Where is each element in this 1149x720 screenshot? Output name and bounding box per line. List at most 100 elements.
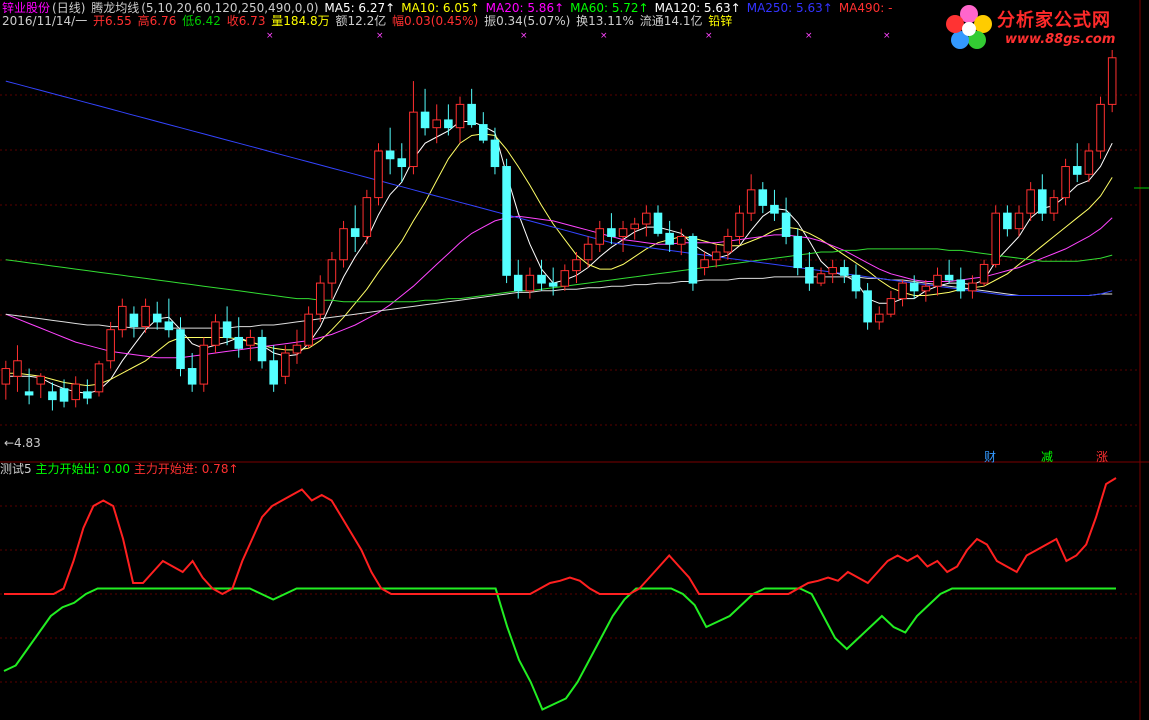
candle[interactable] xyxy=(607,213,616,245)
candle[interactable] xyxy=(781,197,791,245)
candle[interactable] xyxy=(315,275,325,322)
candle[interactable] xyxy=(898,279,907,307)
candle[interactable] xyxy=(525,267,535,299)
quote-amplitude: 振0.34(5.07%) xyxy=(484,14,571,28)
candle[interactable] xyxy=(199,337,209,392)
candle[interactable] xyxy=(805,252,814,291)
quote-sector[interactable]: 铅锌 xyxy=(708,14,732,28)
candle[interactable] xyxy=(374,143,383,206)
candle[interactable] xyxy=(94,360,104,397)
badge-rise[interactable]: 涨 xyxy=(1096,448,1108,465)
candle[interactable] xyxy=(746,174,756,221)
quote-open: 开6.55 xyxy=(93,14,132,28)
candle[interactable] xyxy=(281,345,290,385)
candle[interactable] xyxy=(723,228,733,260)
candle[interactable] xyxy=(642,205,651,237)
candle[interactable] xyxy=(339,220,348,268)
quote-low: 低6.42 xyxy=(182,14,221,28)
candle[interactable] xyxy=(467,88,476,128)
stock-name[interactable]: 锌业股份 xyxy=(2,1,50,15)
candle[interactable] xyxy=(129,306,139,338)
candle[interactable] xyxy=(1049,189,1059,221)
candle[interactable] xyxy=(83,379,92,405)
candle[interactable] xyxy=(350,205,360,252)
candle[interactable] xyxy=(630,217,639,240)
indicator-name[interactable]: 腾龙均线 xyxy=(91,1,139,15)
title-row: 锌业股份 (日线) 腾龙均线 (5,10,20,60,120,250,490,0,0… xyxy=(2,1,900,15)
quote-amount: 额12.2亿 xyxy=(335,14,387,28)
line1-label: 主力开始出: 0.00 xyxy=(35,462,131,476)
candle[interactable] xyxy=(362,189,372,245)
ma-values: MA5: 6.27↑ MA10: 6.05↑ MA20: 5.86↑ MA60: 5.… xyxy=(324,1,898,15)
candle[interactable] xyxy=(828,259,837,284)
candle[interactable] xyxy=(187,353,197,392)
candle[interactable] xyxy=(1038,174,1047,221)
candle[interactable] xyxy=(944,259,954,284)
candle[interactable] xyxy=(758,182,768,214)
candle[interactable] xyxy=(770,189,779,221)
candle[interactable] xyxy=(933,267,942,296)
candle[interactable] xyxy=(304,306,313,349)
candle[interactable] xyxy=(1107,50,1117,113)
candle[interactable] xyxy=(548,267,558,296)
candle[interactable] xyxy=(292,329,302,364)
candle[interactable] xyxy=(71,376,80,408)
candle[interactable] xyxy=(595,220,605,252)
candle[interactable] xyxy=(455,96,465,144)
candle[interactable] xyxy=(618,220,628,252)
candle[interactable] xyxy=(1072,143,1082,183)
candle[interactable] xyxy=(327,252,337,299)
candle[interactable] xyxy=(24,368,34,405)
candle[interactable] xyxy=(432,104,442,144)
candle[interactable] xyxy=(385,127,395,175)
candle[interactable] xyxy=(851,264,861,299)
candle[interactable] xyxy=(1084,143,1094,183)
candle[interactable] xyxy=(117,298,127,338)
candle[interactable] xyxy=(269,345,278,392)
event-marker: × xyxy=(705,31,713,41)
candle[interactable] xyxy=(13,345,22,392)
candle[interactable] xyxy=(991,205,1001,268)
candle[interactable] xyxy=(979,259,989,287)
candle[interactable] xyxy=(653,205,663,237)
stock-chart[interactable]: × × × × × × × xyxy=(0,0,1149,720)
candle[interactable] xyxy=(106,321,115,369)
badge-finance[interactable]: 财 xyxy=(984,448,996,465)
candle[interactable] xyxy=(874,306,884,330)
candle[interactable] xyxy=(886,290,896,318)
candle[interactable] xyxy=(1,360,11,400)
candle[interactable] xyxy=(257,329,267,369)
candle[interactable] xyxy=(840,259,849,284)
event-marker: × xyxy=(805,31,813,41)
candle[interactable] xyxy=(688,233,698,291)
quote-turnover: 换13.11% xyxy=(576,14,634,28)
flower-logo-icon xyxy=(946,5,992,49)
candle[interactable] xyxy=(211,314,220,353)
badge-reduce[interactable]: 减 xyxy=(1041,448,1053,465)
candle[interactable] xyxy=(246,329,255,361)
event-marker: × xyxy=(520,31,528,41)
candle[interactable] xyxy=(863,283,872,330)
candle[interactable] xyxy=(234,317,244,358)
candle[interactable] xyxy=(1003,205,1012,237)
candle[interactable] xyxy=(420,88,430,136)
candle[interactable] xyxy=(502,158,511,284)
candle[interactable] xyxy=(444,104,453,136)
event-marker: × xyxy=(600,31,608,41)
candle[interactable] xyxy=(735,205,744,245)
ma-line-MA5 xyxy=(5,121,1113,394)
candle[interactable] xyxy=(48,382,57,411)
quote-date: 2016/11/14/一 xyxy=(2,14,88,28)
candle[interactable] xyxy=(59,379,69,408)
candle[interactable] xyxy=(222,306,232,346)
ma-legend-0: MA5: 6.27↑ xyxy=(324,1,396,15)
lower-indicator-name[interactable]: 测试5 xyxy=(0,462,32,476)
candle[interactable] xyxy=(665,220,674,252)
candle[interactable] xyxy=(36,373,46,399)
candle[interactable] xyxy=(176,317,185,377)
candle[interactable] xyxy=(152,301,162,330)
candle[interactable] xyxy=(956,267,966,299)
candle[interactable] xyxy=(711,244,721,268)
candle[interactable] xyxy=(1096,96,1105,159)
candle[interactable] xyxy=(479,112,488,144)
